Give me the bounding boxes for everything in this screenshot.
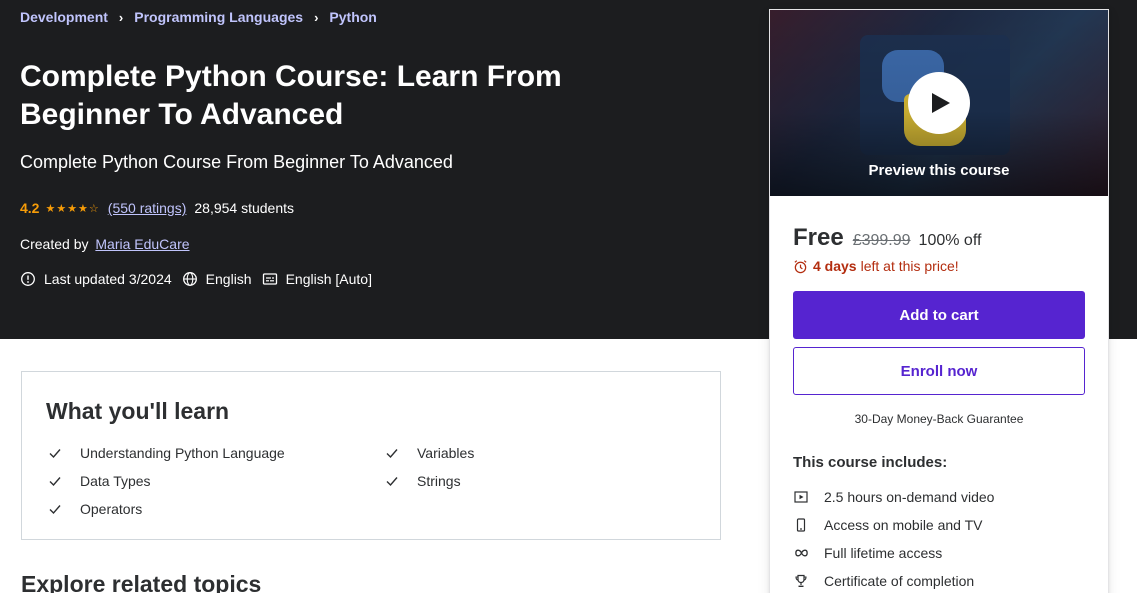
learn-item-text: Variables xyxy=(417,445,475,461)
created-by: Created by Maria EduCare xyxy=(20,236,190,252)
add-to-cart-button[interactable]: Add to cart xyxy=(793,291,1085,339)
captions-text: English [Auto] xyxy=(285,271,372,287)
star-rating-icon: ★★★★☆ xyxy=(45,202,100,215)
learn-item-text: Strings xyxy=(417,473,461,489)
includes-title: This course includes: xyxy=(793,454,948,471)
include-text: Access on mobile and TV xyxy=(824,517,983,533)
list-item: 2.5 hours on-demand video xyxy=(793,483,994,511)
price-row: Free £399.99 100% off xyxy=(793,224,981,252)
include-text: Full lifetime access xyxy=(824,545,943,561)
include-text: 2.5 hours on-demand video xyxy=(824,489,995,505)
explore-related-topics-heading: Explore related topics xyxy=(21,571,262,593)
includes-list: 2.5 hours on-demand video Access on mobi… xyxy=(793,483,994,593)
course-language: English xyxy=(182,271,252,287)
learn-item-text: Operators xyxy=(80,501,143,517)
enroll-now-button[interactable]: Enroll now xyxy=(793,347,1085,395)
learn-item: Data Types xyxy=(48,473,151,489)
students-count: 28,954 students xyxy=(194,200,295,216)
check-icon xyxy=(386,449,398,459)
breadcrumb-separator: › xyxy=(118,9,124,25)
mobile-icon xyxy=(796,518,806,532)
play-icon xyxy=(932,93,950,113)
last-updated-text: Last updated 3/2024 xyxy=(44,271,172,287)
purchase-sidebar: Preview this course Free £399.99 100% of… xyxy=(769,9,1109,593)
globe-icon xyxy=(182,272,197,286)
closed-captions-icon xyxy=(262,273,277,285)
play-button[interactable] xyxy=(908,72,970,134)
video-icon xyxy=(794,491,808,503)
breadcrumb-programming-languages[interactable]: Programming Languages xyxy=(134,9,303,25)
language-text: English xyxy=(205,271,252,287)
check-icon xyxy=(386,477,398,487)
course-meta: Last updated 3/2024 English English [Aut… xyxy=(20,271,382,287)
learn-item-text: Understanding Python Language xyxy=(80,445,285,461)
preview-label: Preview this course xyxy=(868,162,1010,179)
learn-item: Understanding Python Language xyxy=(48,445,285,461)
course-title: Complete Python Course: Learn From Begin… xyxy=(20,60,562,131)
rating-row: 4.2 ★★★★☆ (550 ratings) 28,954 students xyxy=(20,200,294,216)
course-subtitle: Complete Python Course From Beginner To … xyxy=(20,152,453,172)
list-item: Certificate of completion xyxy=(793,567,994,593)
learn-item: Variables xyxy=(385,445,474,461)
check-icon xyxy=(49,449,61,459)
breadcrumb-development[interactable]: Development xyxy=(20,9,108,25)
list-item: Access on mobile and TV xyxy=(793,511,994,539)
include-text: Certificate of completion xyxy=(824,573,975,589)
money-back-guarantee: 30-Day Money-Back Guarantee xyxy=(854,412,1024,426)
created-by-label: Created by xyxy=(20,236,89,252)
ratings-count-link[interactable]: (550 ratings) xyxy=(108,200,187,216)
original-price: £399.99 xyxy=(852,232,911,249)
learn-item-text: Data Types xyxy=(80,473,151,489)
infinity-icon xyxy=(794,549,808,557)
rating-value: 4.2 xyxy=(20,200,40,216)
discount-percent: 100% off xyxy=(918,232,982,249)
author-link[interactable]: Maria EduCare xyxy=(95,236,189,252)
timer-text: left at this price! xyxy=(860,258,959,274)
breadcrumb: Development › Programming Languages › Py… xyxy=(20,9,377,25)
learn-item: Strings xyxy=(385,473,461,489)
alarm-clock-icon xyxy=(794,259,807,273)
learn-title: What you'll learn xyxy=(46,398,230,424)
check-icon xyxy=(49,477,61,487)
list-item: Full lifetime access xyxy=(793,539,994,567)
last-updated: Last updated 3/2024 xyxy=(20,271,172,287)
breadcrumb-python[interactable]: Python xyxy=(329,9,376,25)
what-you-will-learn: What you'll learn Understanding Python L… xyxy=(21,371,721,540)
current-price: Free xyxy=(793,224,844,251)
alert-badge-icon xyxy=(21,272,35,286)
trophy-icon xyxy=(795,574,807,588)
course-preview-video[interactable]: Preview this course xyxy=(770,10,1108,196)
price-timer: 4 days left at this price! xyxy=(793,258,959,274)
course-captions: English [Auto] xyxy=(262,271,372,287)
learn-item: Operators xyxy=(48,501,142,517)
breadcrumb-separator: › xyxy=(314,9,319,25)
timer-days: 4 days xyxy=(813,258,857,274)
check-icon xyxy=(49,505,61,515)
